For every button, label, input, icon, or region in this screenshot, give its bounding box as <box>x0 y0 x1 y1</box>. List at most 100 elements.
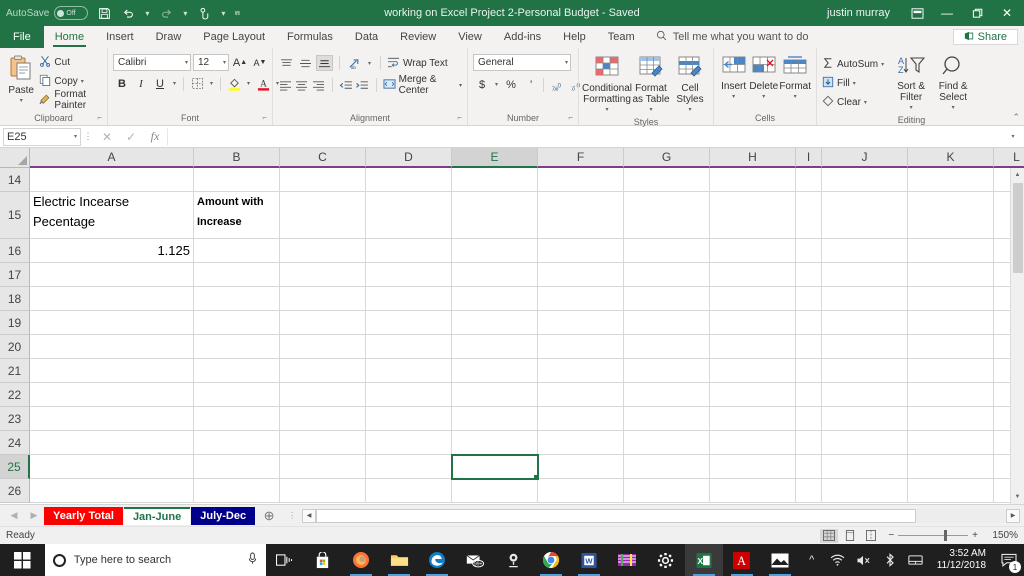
adobe-acrobat-icon[interactable]: A <box>723 544 761 576</box>
cell-h15[interactable] <box>710 192 796 239</box>
column-header-f[interactable]: F <box>538 148 624 168</box>
cell-c19[interactable] <box>280 311 366 335</box>
comma-format-button[interactable]: ’ <box>521 76 539 93</box>
cell-c15[interactable] <box>280 192 366 239</box>
row-header-14[interactable]: 14 <box>0 168 30 192</box>
add-sheet-button[interactable]: ⊕ <box>256 508 282 524</box>
find-select-caret-icon[interactable]: ▾ <box>952 103 955 114</box>
vertical-scrollbar[interactable]: ▲ ▼ <box>1010 168 1024 504</box>
cell-a20[interactable] <box>30 335 194 359</box>
cells-area[interactable]: Electric Incearse Pecentage Amount with I… <box>30 168 1024 504</box>
cell-e26[interactable] <box>452 479 538 503</box>
cell-f21[interactable] <box>538 359 624 383</box>
tab-home[interactable]: Home <box>44 26 95 48</box>
accounting-format-button[interactable]: $ <box>473 76 491 93</box>
tab-data[interactable]: Data <box>344 26 389 48</box>
cell-g21[interactable] <box>624 359 710 383</box>
cell-b24[interactable] <box>194 431 280 455</box>
microsoft-excel-icon[interactable]: X <box>684 544 723 576</box>
row-header-15[interactable]: 15 <box>0 192 30 239</box>
scroll-left-arrow-icon[interactable]: ◀ <box>302 508 317 523</box>
cell-g23[interactable] <box>624 407 710 431</box>
windows-start-icon[interactable] <box>0 544 45 576</box>
format-as-table-button[interactable]: Format as Table ▾ <box>630 53 672 116</box>
cell-j20[interactable] <box>822 335 908 359</box>
cell-f17[interactable] <box>538 263 624 287</box>
cell-i23[interactable] <box>796 407 822 431</box>
ribbon-display-options-icon[interactable] <box>902 0 932 26</box>
cell-d17[interactable] <box>366 263 452 287</box>
cell-b23[interactable] <box>194 407 280 431</box>
normal-view-icon[interactable] <box>820 528 839 543</box>
cell-h24[interactable] <box>710 431 796 455</box>
cell-h26[interactable] <box>710 479 796 503</box>
cell-k19[interactable] <box>908 311 994 335</box>
conditional-formatting-caret-icon[interactable]: ▾ <box>605 105 608 116</box>
cell-e24[interactable] <box>452 431 538 455</box>
find-select-button[interactable]: Find & Select ▾ <box>932 53 974 114</box>
cell-g26[interactable] <box>624 479 710 503</box>
column-header-i[interactable]: I <box>796 148 822 168</box>
cell-e14[interactable] <box>452 168 538 192</box>
autosum-button[interactable]: AutoSum ▾ <box>822 55 884 73</box>
restore-button[interactable] <box>962 0 992 26</box>
cell-h22[interactable] <box>710 383 796 407</box>
zoom-in-button[interactable]: + <box>972 530 978 541</box>
cell-k21[interactable] <box>908 359 994 383</box>
font-name-combo[interactable]: Calibri ▾ <box>113 54 191 71</box>
cell-b15[interactable]: Amount with Increase <box>194 192 280 239</box>
cell-a26[interactable] <box>30 479 194 503</box>
cell-f18[interactable] <box>538 287 624 311</box>
decrease-indent-icon[interactable] <box>339 77 354 93</box>
confirm-icon[interactable]: ✓ <box>119 127 143 147</box>
zoom-level-label[interactable]: 150% <box>986 530 1018 541</box>
cell-i21[interactable] <box>796 359 822 383</box>
cell-k22[interactable] <box>908 383 994 407</box>
align-right-button[interactable] <box>311 77 326 93</box>
tab-help[interactable]: Help <box>552 26 597 48</box>
underline-button[interactable]: U <box>151 75 169 92</box>
clipboard-dialog-launcher[interactable]: ⌐ <box>97 111 102 124</box>
cell-d18[interactable] <box>366 287 452 311</box>
clear-caret-icon[interactable]: ▾ <box>864 99 867 106</box>
cell-b17[interactable] <box>194 263 280 287</box>
taskbar-clock[interactable]: 3:52 AM 11/12/2018 <box>929 548 994 572</box>
bluetooth-icon[interactable] <box>877 544 903 576</box>
next-sheet-icon[interactable]: ▶ <box>24 510 44 521</box>
tell-me-search[interactable]: Tell me what you want to do <box>646 26 819 48</box>
cell-i20[interactable] <box>796 335 822 359</box>
cell-c23[interactable] <box>280 407 366 431</box>
column-header-a[interactable]: A <box>30 148 194 168</box>
cell-k23[interactable] <box>908 407 994 431</box>
cell-k26[interactable] <box>908 479 994 503</box>
column-header-g[interactable]: G <box>624 148 710 168</box>
format-painter-button[interactable]: Format Painter <box>39 89 102 111</box>
number-dialog-launcher[interactable]: ⌐ <box>568 111 573 124</box>
cell-j22[interactable] <box>822 383 908 407</box>
copy-caret-icon[interactable]: ▾ <box>81 78 84 85</box>
column-header-e[interactable]: E <box>452 148 538 168</box>
cell-f15[interactable] <box>538 192 624 239</box>
microphone-icon[interactable] <box>247 552 258 568</box>
cell-g24[interactable] <box>624 431 710 455</box>
cell-d19[interactable] <box>366 311 452 335</box>
cut-button[interactable]: Cut <box>39 53 102 71</box>
cell-j19[interactable] <box>822 311 908 335</box>
insert-function-icon[interactable]: fx <box>143 127 167 147</box>
italic-button[interactable]: I <box>132 75 150 92</box>
copy-button[interactable]: Copy ▾ <box>39 72 102 90</box>
cell-a16[interactable]: 1.125 <box>30 239 194 263</box>
cell-d14[interactable] <box>366 168 452 192</box>
save-icon[interactable] <box>92 2 116 24</box>
row-header-16[interactable]: 16 <box>0 239 30 263</box>
cell-e19[interactable] <box>452 311 538 335</box>
row-header-20[interactable]: 20 <box>0 335 30 359</box>
zoom-slider[interactable]: − + <box>888 530 978 541</box>
tab-draw[interactable]: Draw <box>145 26 193 48</box>
decrease-font-size-button[interactable]: A ▼ <box>251 54 269 71</box>
cell-styles-button[interactable]: Cell Styles ▾ <box>672 53 708 116</box>
merge-center-button[interactable]: Merge & Center ▾ <box>383 74 462 96</box>
cell-g15[interactable] <box>624 192 710 239</box>
borders-icon[interactable] <box>188 75 206 92</box>
cell-d26[interactable] <box>366 479 452 503</box>
